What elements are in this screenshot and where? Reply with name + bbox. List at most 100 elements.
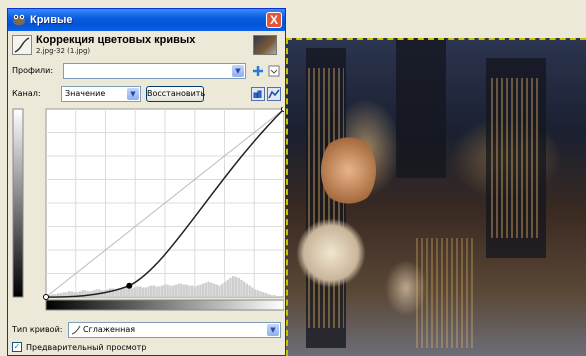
histogram-bar xyxy=(256,290,260,297)
histogram-bar xyxy=(221,283,224,297)
preview-label: Предварительный просмотр xyxy=(26,342,147,352)
histogram-bar xyxy=(223,281,227,297)
histogram-bar xyxy=(171,285,175,297)
histogram-bar xyxy=(278,296,281,297)
histogram-bar xyxy=(141,287,145,297)
channel-value: Значение xyxy=(65,89,106,98)
histogram-bar xyxy=(215,284,219,297)
canvas-boundary xyxy=(286,38,288,356)
histogram-bar xyxy=(103,290,106,297)
histogram-bar xyxy=(106,289,109,297)
curve-type-combo[interactable]: Сглаженная ▼ xyxy=(68,322,281,338)
curves-tool-icon xyxy=(12,35,32,55)
histogram-bar xyxy=(262,292,265,297)
histogram-bar xyxy=(226,279,229,297)
curve-control-point xyxy=(126,282,133,289)
histogram-bar xyxy=(188,285,191,297)
histogram-bar xyxy=(136,286,139,297)
dialog-header: Коррекция цветовых кривых 2.jpg-32 (1.jp… xyxy=(12,33,283,59)
histogram-bar xyxy=(237,277,240,297)
histogram-bar xyxy=(130,288,134,297)
histogram-bar xyxy=(264,293,268,297)
histogram-bar xyxy=(193,286,197,297)
histogram-bar xyxy=(204,282,208,297)
histogram-bar xyxy=(253,289,257,297)
histogram-bar xyxy=(210,282,213,297)
histogram-bar xyxy=(234,276,238,297)
histogram-bar xyxy=(201,283,205,297)
histogram-bar xyxy=(177,283,180,297)
add-profile-icon[interactable] xyxy=(251,64,265,78)
histogram-bar xyxy=(160,285,164,297)
profiles-combo[interactable]: ▼ xyxy=(63,63,246,79)
portrait-face xyxy=(321,133,376,208)
preview-checkbox-row[interactable]: ✓ Предварительный просмотр xyxy=(12,342,146,352)
preview-checkbox[interactable]: ✓ xyxy=(12,342,22,352)
histogram-bar xyxy=(273,295,276,297)
histogram-bar xyxy=(185,284,188,297)
image-name: 2.jpg-32 (1.jpg) xyxy=(36,47,91,55)
chevron-down-icon: ▼ xyxy=(267,324,279,336)
curves-dialog: Кривые X Коррекция цветовых кривых 2.jpg… xyxy=(7,8,287,356)
histogram-bar xyxy=(139,286,142,297)
dialog-heading: Коррекция цветовых кривых xyxy=(36,34,196,46)
histogram-bar xyxy=(158,286,161,297)
window-title: Кривые xyxy=(30,14,73,26)
curve-control-point xyxy=(43,294,49,300)
vertical-gradient-bar xyxy=(12,108,24,298)
curve-type-label: Тип кривой: xyxy=(12,325,63,334)
histogram-bar xyxy=(240,279,243,297)
histogram-bar xyxy=(163,284,167,297)
histogram-bar xyxy=(147,286,150,297)
histogram-bar xyxy=(248,285,251,297)
histogram-bar xyxy=(180,283,183,297)
profiles-label: Профили: xyxy=(12,66,54,75)
channel-label: Канал: xyxy=(12,89,41,98)
histogram-bar xyxy=(196,285,199,297)
histogram-bar xyxy=(108,288,112,297)
histogram-bar xyxy=(128,288,131,297)
histogram-bar xyxy=(125,287,128,297)
histogram-bar xyxy=(155,286,158,297)
smooth-curve-icon xyxy=(71,325,81,335)
channel-combo[interactable]: Значение ▼ xyxy=(61,86,141,102)
histogram-bar xyxy=(133,287,136,297)
histogram-bar xyxy=(122,287,126,297)
gimp-app-icon xyxy=(13,14,25,26)
histogram-bar xyxy=(169,285,172,297)
histogram-bar xyxy=(95,289,98,297)
histogram-bar xyxy=(149,285,153,297)
canvas-boundary xyxy=(286,38,586,40)
histogram-bar xyxy=(229,277,232,297)
histogram-bar xyxy=(166,284,169,297)
horizontal-gradient-bar xyxy=(45,299,285,311)
image-thumbnail xyxy=(253,35,277,55)
building-windows xyxy=(491,78,541,238)
image-preview[interactable] xyxy=(286,38,586,356)
curve-type-value: Сглаженная xyxy=(83,325,136,334)
histogram-bar xyxy=(245,283,249,297)
linear-histogram-icon[interactable] xyxy=(251,87,265,101)
title-bar[interactable]: Кривые X xyxy=(8,9,285,31)
histogram-bar xyxy=(242,281,246,297)
histogram-bar xyxy=(182,284,186,297)
curves-editor[interactable] xyxy=(12,106,287,319)
profile-menu-icon[interactable] xyxy=(267,64,281,78)
histogram-bar xyxy=(218,285,221,297)
histogram-bar xyxy=(212,283,216,297)
building-shape xyxy=(396,38,446,178)
chevron-down-icon: ▼ xyxy=(232,65,244,77)
histogram-bar xyxy=(199,284,202,297)
close-button[interactable]: X xyxy=(266,12,282,28)
histogram-bar xyxy=(267,294,271,297)
histogram-bar xyxy=(87,291,90,297)
chevron-down-icon: ▼ xyxy=(127,88,139,100)
reset-channel-button[interactable]: Восстановить xyxy=(146,86,205,102)
histogram-bar xyxy=(144,287,147,297)
histogram-bar xyxy=(174,284,178,297)
histogram-bar xyxy=(270,295,273,297)
histogram-bar xyxy=(117,289,120,297)
histogram-bar xyxy=(259,291,262,297)
histogram-bar xyxy=(152,285,156,297)
log-histogram-icon[interactable] xyxy=(267,87,281,101)
